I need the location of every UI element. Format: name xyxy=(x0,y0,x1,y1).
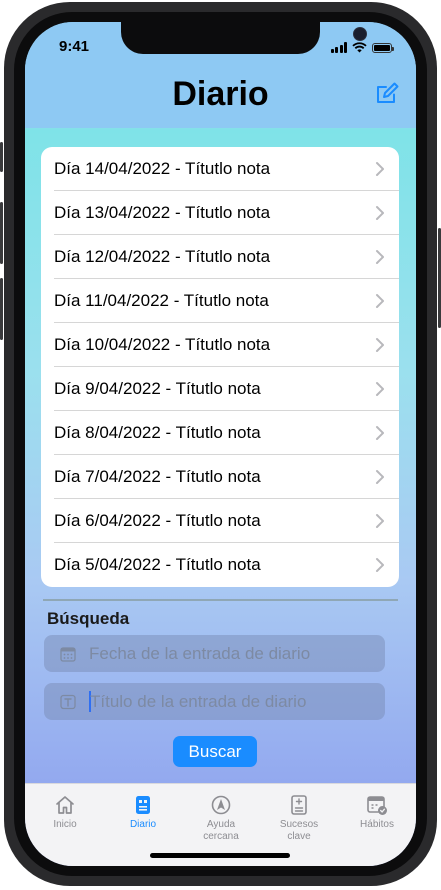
entries-list: Día 14/04/2022 - Títutlo nota Día 13/04/… xyxy=(41,147,399,587)
entry-label: Día 12/04/2022 - Títutlo nota xyxy=(54,246,271,266)
list-item[interactable]: Día 5/04/2022 - Títutlo nota xyxy=(54,543,399,587)
chevron-right-icon xyxy=(376,513,384,528)
tab-label: Ayuda cercana xyxy=(203,819,239,842)
entry-label: Día 14/04/2022 - Títutlo nota xyxy=(54,158,271,178)
status-time: 9:41 xyxy=(59,38,90,55)
title-search-input[interactable] xyxy=(90,691,360,712)
list-item[interactable]: Día 12/04/2022 - Títutlo nota xyxy=(54,235,399,279)
text-field-icon xyxy=(60,694,76,709)
calendar-icon xyxy=(60,646,76,662)
tab-diario[interactable]: Diario xyxy=(105,794,181,831)
search-button[interactable]: Buscar xyxy=(173,736,257,767)
list-item[interactable]: Día 9/04/2022 - Títutlo nota xyxy=(54,367,399,411)
chevron-right-icon xyxy=(376,205,384,220)
tab-label: Inicio xyxy=(53,819,77,830)
chevron-right-icon xyxy=(376,558,384,572)
front-camera xyxy=(353,27,367,41)
app-screen: 9:41 Diario Día 14/04/2022 - Títutlo not… xyxy=(25,22,416,866)
entry-label: Día 13/04/2022 - Títutlo nota xyxy=(54,202,271,222)
signal-icon xyxy=(330,42,347,53)
habits-calendar-icon xyxy=(367,796,387,815)
tab-bar: Inicio Diario Ayuda cercana Sucesos clave xyxy=(25,783,416,866)
list-item[interactable]: Día 11/04/2022 - Títutlo nota xyxy=(54,279,399,323)
notch xyxy=(121,22,367,54)
chevron-right-icon xyxy=(376,381,384,396)
page-title: Diario xyxy=(172,75,269,113)
list-item[interactable]: Día 8/04/2022 - Títutlo nota xyxy=(54,411,399,455)
tab-sucesos-clave[interactable]: Sucesos clave xyxy=(261,794,337,843)
list-item[interactable]: Día 14/04/2022 - Títutlo nota xyxy=(54,147,399,191)
chevron-right-icon xyxy=(376,469,384,484)
list-item[interactable]: Día 10/04/2022 - Títutlo nota xyxy=(54,323,399,367)
tab-habitos[interactable]: Hábitos xyxy=(339,794,415,831)
tab-label: Diario xyxy=(129,819,157,830)
date-search-field[interactable] xyxy=(44,635,385,672)
location-arrow-icon xyxy=(211,795,231,815)
volume-down-button xyxy=(0,278,3,340)
entry-label: Día 5/04/2022 - Títutlo nota xyxy=(54,555,261,574)
section-divider xyxy=(43,599,398,601)
tab-label: Sucesos clave xyxy=(279,819,319,842)
title-search-field[interactable] xyxy=(44,683,385,720)
wifi-icon xyxy=(352,42,367,53)
search-section-title: Búsqueda xyxy=(47,609,130,628)
silent-switch xyxy=(0,142,3,172)
home-indicator xyxy=(150,853,290,858)
date-search-input[interactable] xyxy=(89,643,359,664)
chevron-right-icon xyxy=(376,161,384,176)
entry-label: Día 6/04/2022 - Títutlo nota xyxy=(54,510,261,530)
status-icons xyxy=(330,41,394,53)
volume-up-button xyxy=(0,202,3,264)
entry-label: Día 11/04/2022 - Títutlo nota xyxy=(54,290,269,310)
tab-label: Hábitos xyxy=(360,819,394,830)
entry-label: Día 10/04/2022 - Títutlo nota xyxy=(54,334,271,354)
key-events-icon xyxy=(291,795,307,815)
chevron-right-icon xyxy=(376,425,384,440)
tab-inicio[interactable]: Inicio xyxy=(27,794,103,831)
house-icon xyxy=(56,796,74,814)
list-item[interactable]: Día 7/04/2022 - Títutlo nota xyxy=(54,455,399,499)
list-item[interactable]: Día 13/04/2022 - Títutlo nota xyxy=(54,191,399,235)
chevron-right-icon xyxy=(376,337,384,352)
entry-label: Día 7/04/2022 - Títutlo nota xyxy=(54,466,261,486)
list-item[interactable]: Día 6/04/2022 - Títutlo nota xyxy=(54,499,399,543)
chevron-right-icon xyxy=(376,293,384,308)
tab-ayuda-cercana[interactable]: Ayuda cercana xyxy=(183,794,259,843)
entry-label: Día 8/04/2022 - Títutlo nota xyxy=(54,422,261,442)
battery-icon xyxy=(372,43,394,53)
journal-icon xyxy=(136,796,150,814)
compose-icon[interactable] xyxy=(375,82,399,106)
entry-label: Día 9/04/2022 - Títutlo nota xyxy=(54,378,261,398)
chevron-right-icon xyxy=(376,249,384,264)
